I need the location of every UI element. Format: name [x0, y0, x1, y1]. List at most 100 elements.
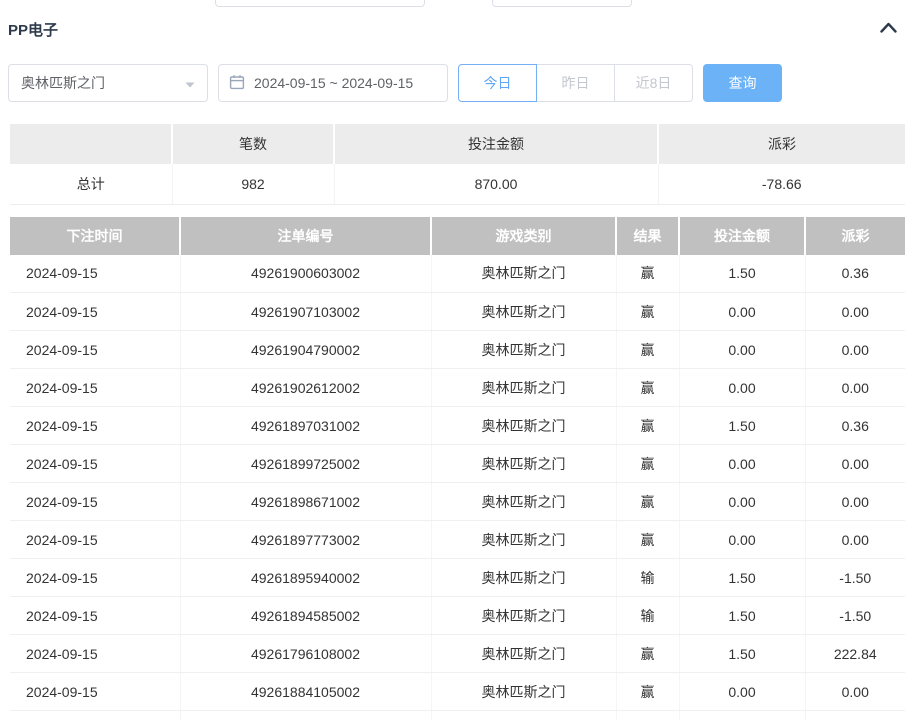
table-cell: 0.36 — [804, 406, 905, 445]
summary-table: 笔数 投注金额 派彩 总计 982 870.00 -78.66 — [10, 124, 905, 205]
table-cell: 奥林匹斯之门 — [430, 482, 616, 521]
table-cell: 奥林匹斯之门 — [430, 368, 616, 407]
table-cell: 赢 — [615, 406, 679, 445]
table-cell: 49261884105002 — [179, 672, 431, 711]
table-cell: 奥林匹斯之门 — [430, 520, 616, 559]
collapse-button[interactable] — [879, 21, 898, 37]
table-cell: 49261897031002 — [179, 406, 431, 445]
table-cell: 2024-09-15 — [10, 558, 180, 597]
quick-range-button-2[interactable]: 近8日 — [614, 64, 693, 102]
table-cell: 0.00 — [804, 444, 905, 483]
table-cell: 奥林匹斯之门 — [430, 634, 616, 673]
summary-header-empty — [10, 124, 172, 164]
table-cell — [804, 710, 905, 720]
table-row: 2024-09-15 49261902612002 奥林匹斯之门赢 0.00 0.00 — [10, 368, 905, 407]
table-cell: 赢 — [615, 254, 679, 293]
main-table-header-row: 下注时间 注单编号 游戏类别 结果 投注金额 派彩 — [10, 216, 905, 255]
summary-total-payout: -78.66 — [657, 164, 905, 205]
table-cell: 赢 — [615, 672, 679, 711]
table-cell: 赢 — [615, 292, 679, 331]
table-cell: 输 — [615, 596, 679, 635]
table-cell: 0.00 — [804, 482, 905, 521]
search-button[interactable]: 查询 — [703, 64, 782, 102]
summary-header-count: 笔数 — [171, 124, 334, 164]
table-cell — [430, 710, 616, 720]
table-cell — [179, 710, 431, 720]
table-cell: 赢 — [615, 444, 679, 483]
cropped-input-above-left[interactable] — [215, 0, 425, 7]
table-cell: 1.50 — [678, 634, 805, 673]
table-cell: 赢 — [615, 368, 679, 407]
table-cell: 49261894585002 — [179, 596, 431, 635]
column-header: 下注时间 — [10, 216, 180, 255]
table-cell: 0.00 — [678, 368, 805, 407]
table-cell: 赢 — [615, 520, 679, 559]
table-cell: 输 — [615, 558, 679, 597]
game-select[interactable]: 奥林匹斯之门 — [8, 64, 208, 102]
table-row: 2024-09-15 49261900603002 奥林匹斯之门赢 1.50 0.36 — [10, 254, 905, 293]
table-cell — [615, 710, 679, 720]
table-cell: 赢 — [615, 634, 679, 673]
table-cell: 奥林匹斯之门 — [430, 330, 616, 369]
table-row: 2024-09-15 49261907103002 奥林匹斯之门赢 0.00 0.00 — [10, 292, 905, 331]
table-cell: 49261895940002 — [179, 558, 431, 597]
table-cell: 2024-09-15 — [10, 292, 180, 331]
table-cell: 49261897773002 — [179, 520, 431, 559]
table-cell: 0.00 — [804, 292, 905, 331]
date-range-value: 2024-09-15 ~ 2024-09-15 — [254, 75, 414, 91]
table-cell: 49261902612002 — [179, 368, 431, 407]
date-range-input[interactable]: 2024-09-15 ~ 2024-09-15 — [218, 64, 448, 102]
table-cell: 2024-09-15 — [10, 444, 180, 483]
panel-title: PP电子 — [8, 21, 59, 39]
quick-range-button-1[interactable]: 昨日 — [536, 64, 615, 102]
table-cell: 49261907103002 — [179, 292, 431, 331]
cropped-input-above-right[interactable] — [492, 0, 632, 7]
table-cell: 2024-09-15 — [10, 330, 180, 369]
table-row: 2024-09-15 49261884105002 奥林匹斯之门赢 0.00 0.00 — [10, 672, 905, 711]
filter-row: 奥林匹斯之门 2024-09-15 ~ 2024-09-15 今日 昨日 近8日 查… — [8, 64, 914, 102]
table-cell: 0.00 — [804, 520, 905, 559]
table-cell: 0.00 — [678, 672, 805, 711]
panel-header: PP电子 — [0, 0, 914, 40]
calendar-icon — [229, 74, 245, 93]
table-cell: 49261796108002 — [179, 634, 431, 673]
table-cell: 49261899725002 — [179, 444, 431, 483]
table-cell: 2024-09-15 — [10, 254, 180, 293]
table-cell: 0.00 — [678, 292, 805, 331]
quick-range-button-0[interactable]: 今日 — [458, 64, 537, 102]
table-cell: 2024-09-15 — [10, 596, 180, 635]
table-cell: 奥林匹斯之门 — [430, 558, 616, 597]
table-cell: 1.50 — [678, 254, 805, 293]
table-cell: 49261904790002 — [179, 330, 431, 369]
table-cell: 赢 — [615, 482, 679, 521]
table-cell: 赢 — [615, 330, 679, 369]
table-row: 2024-09-15 49261895940002 奥林匹斯之门输 1.50 -1.50 — [10, 558, 905, 597]
summary-total-row: 总计 982 870.00 -78.66 — [10, 164, 905, 205]
chevron-up-icon — [879, 21, 898, 37]
table-cell: 1.50 — [678, 596, 805, 635]
column-header: 游戏类别 — [430, 216, 616, 255]
table-row: 2024-09-15 49261897031002 奥林匹斯之门赢 1.50 0.36 — [10, 406, 905, 445]
column-header: 派彩 — [804, 216, 905, 255]
table-cell: 2024-09-15 — [10, 368, 180, 407]
table-cell: 2024-09-15 — [10, 672, 180, 711]
table-row: 2024-09-15 49261796108002 奥林匹斯之门赢 1.50 222.8… — [10, 634, 905, 673]
table-cell: 0.00 — [678, 330, 805, 369]
table-cell: 49261900603002 — [179, 254, 431, 293]
table-cell: 1.50 — [678, 406, 805, 445]
table-cell — [678, 710, 805, 720]
table-cell: 222.84 — [804, 634, 905, 673]
quick-range-group: 今日 昨日 近8日 — [458, 64, 693, 102]
summary-total-label: 总计 — [10, 164, 172, 205]
table-cell: 0.00 — [804, 368, 905, 407]
table-cell: 2024-09-15 — [10, 520, 180, 559]
table-cell: -1.50 — [804, 558, 905, 597]
summary-header-payout: 派彩 — [657, 124, 905, 164]
table-row-partial — [10, 710, 905, 720]
summary-header-bet-amount: 投注金额 — [333, 124, 658, 164]
table-cell: 奥林匹斯之门 — [430, 672, 616, 711]
table-cell: 0.00 — [678, 482, 805, 521]
column-header: 结果 — [615, 216, 679, 255]
select-caret-icon — [185, 75, 195, 91]
table-cell: 1.50 — [678, 558, 805, 597]
